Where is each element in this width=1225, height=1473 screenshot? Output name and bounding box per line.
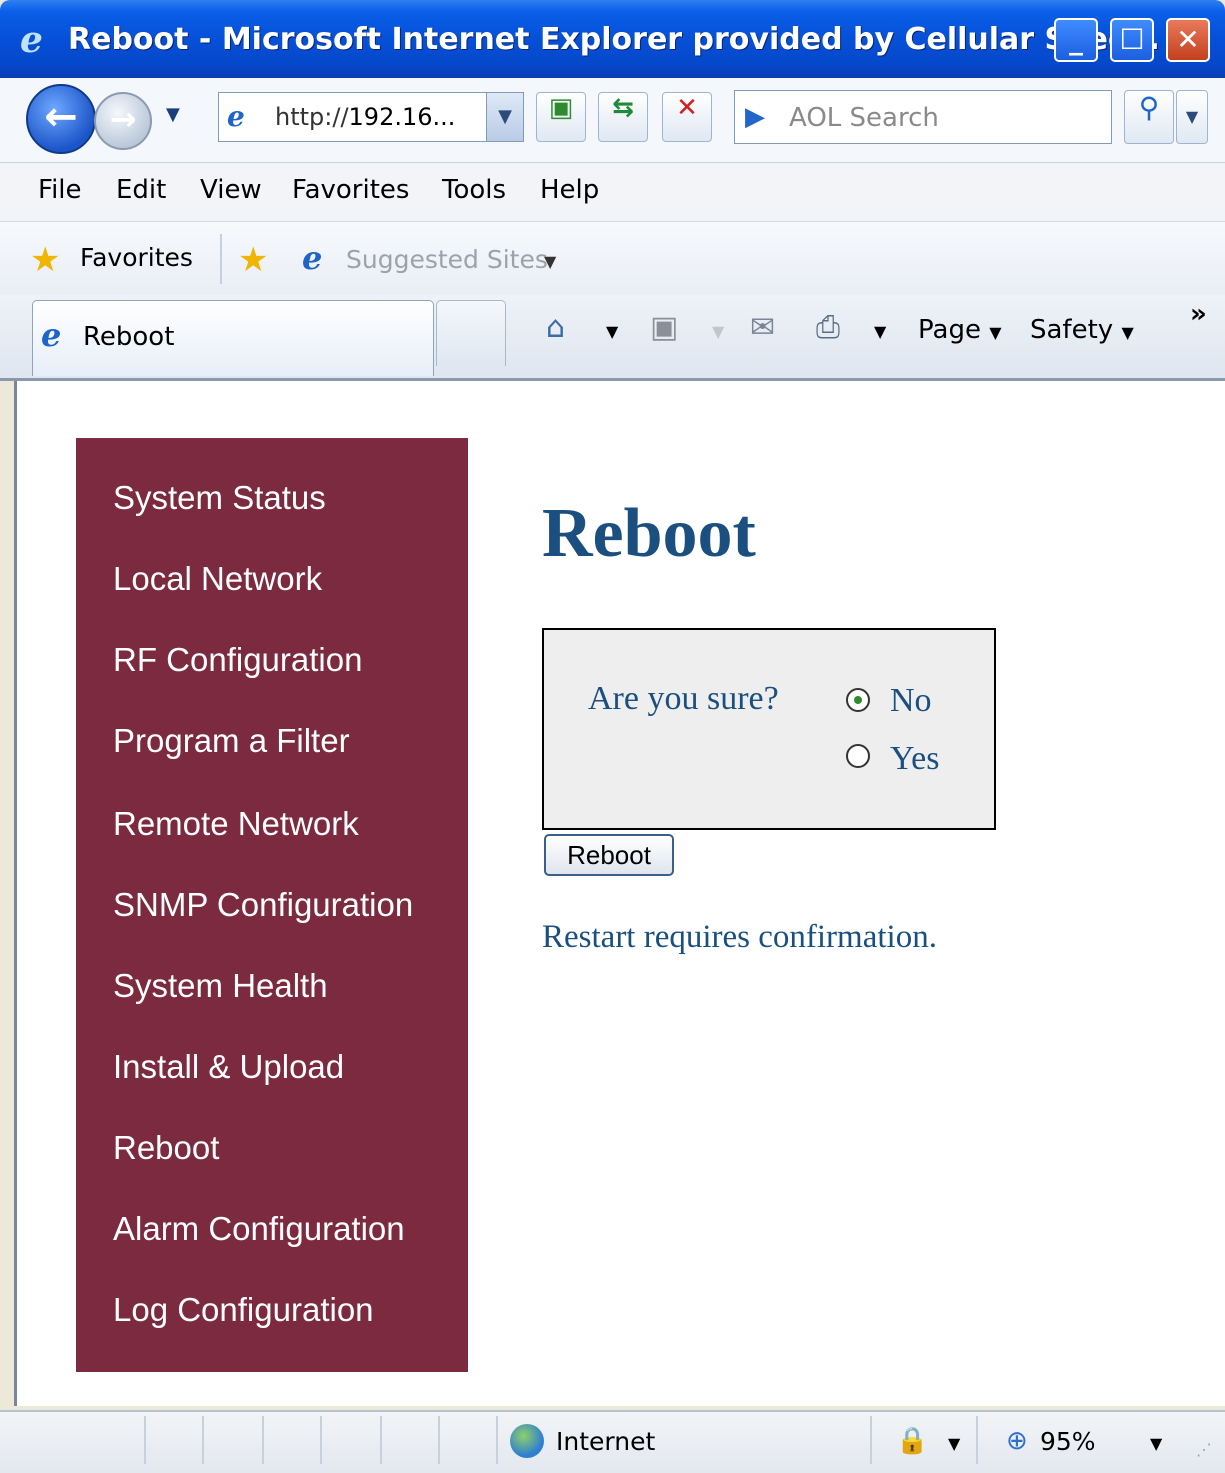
tab-label: Reboot	[83, 322, 175, 352]
refresh-icon: ⇆	[612, 93, 634, 123]
suggested-sites-dropdown[interactable]: ▼	[544, 244, 556, 280]
feeds-dropdown[interactable]: ▼	[712, 314, 724, 350]
chevron-down-icon: ▼	[1121, 323, 1134, 342]
print-icon[interactable]: ⎙	[816, 308, 840, 348]
safety-menu-label: Safety	[1030, 315, 1114, 345]
back-button[interactable]: ←	[26, 84, 96, 154]
security-zone: Internet	[556, 1427, 656, 1456]
refresh-button[interactable]: ⇆	[598, 92, 648, 142]
minimize-button[interactable]: _	[1054, 18, 1098, 62]
menu-tools[interactable]: Tools	[442, 172, 506, 208]
menu-view[interactable]: View	[200, 172, 262, 208]
sidebar-item-local-network[interactable]: Local Network	[113, 559, 322, 599]
radio-yes[interactable]	[846, 744, 870, 768]
compat-view-button[interactable]: ▣	[536, 92, 586, 142]
sidebar-item-program-a-filter[interactable]: Program a Filter	[113, 721, 350, 761]
suggested-sites-link[interactable]: Suggested Sites	[346, 242, 548, 278]
search-options-dropdown[interactable]: ▼	[1176, 90, 1208, 144]
status-divider	[496, 1416, 498, 1464]
address-host: 192.16...	[348, 103, 456, 131]
confirm-question: Are you sure?	[588, 680, 779, 717]
status-divider	[380, 1416, 382, 1464]
search-icon: ⚲	[1138, 91, 1160, 124]
add-favorite-icon[interactable]: ★	[238, 240, 268, 280]
zoom-dropdown[interactable]: ▼	[1150, 1426, 1162, 1462]
sidebar-item-snmp-configuration[interactable]: SNMP Configuration	[113, 885, 413, 925]
stop-icon: ✕	[676, 93, 698, 123]
sidebar-item-reboot[interactable]: Reboot	[113, 1128, 219, 1168]
status-divider	[144, 1416, 146, 1464]
sidebar-item-rf-configuration[interactable]: RF Configuration	[113, 640, 362, 680]
zoom-icon: ⊕	[1006, 1426, 1028, 1456]
maximize-button[interactable]: ☐	[1110, 18, 1154, 62]
home-dropdown[interactable]: ▼	[606, 314, 618, 350]
reboot-button[interactable]: Reboot	[544, 834, 674, 876]
address-bar[interactable]: e http://192.16... ▼	[218, 92, 524, 142]
ie-logo-icon: e	[41, 316, 62, 354]
page-icon: e	[227, 100, 245, 133]
history-dropdown[interactable]: ▼	[166, 104, 180, 125]
stop-button[interactable]: ✕	[662, 92, 712, 142]
sidebar-item-system-status[interactable]: System Status	[113, 478, 326, 518]
search-input[interactable]	[787, 97, 1101, 139]
sidebar-item-remote-network[interactable]: Remote Network	[113, 804, 359, 844]
sidebar-item-log-configuration[interactable]: Log Configuration	[113, 1290, 374, 1330]
status-divider	[202, 1416, 204, 1464]
tab-reboot[interactable]: e Reboot	[32, 300, 434, 376]
zoom-level[interactable]: 95%	[1040, 1424, 1096, 1460]
menu-bar	[0, 163, 1225, 222]
home-icon[interactable]: ⌂	[546, 308, 565, 348]
more-commands-button[interactable]: »	[1190, 296, 1207, 332]
menu-help[interactable]: Help	[540, 172, 599, 208]
ie-logo-icon: e	[302, 239, 323, 277]
feeds-icon[interactable]: ▣	[650, 308, 678, 348]
favorites-button[interactable]: Favorites	[80, 240, 193, 276]
status-divider	[262, 1416, 264, 1464]
sidebar-item-install-upload[interactable]: Install & Upload	[113, 1047, 344, 1087]
close-button[interactable]: ✕	[1166, 18, 1210, 62]
status-divider	[320, 1416, 322, 1464]
print-dropdown[interactable]: ▼	[874, 314, 886, 350]
new-tab-button[interactable]	[436, 300, 506, 366]
search-button[interactable]: ⚲	[1124, 90, 1174, 144]
forward-icon: →	[109, 100, 137, 138]
status-divider	[976, 1416, 978, 1464]
resize-grip[interactable]: ⋰	[1196, 1440, 1220, 1464]
search-box[interactable]: ▶	[734, 90, 1112, 144]
address-input[interactable]: http://192.16...	[275, 103, 455, 131]
confirm-form	[542, 628, 996, 830]
forward-button[interactable]: →	[94, 92, 152, 150]
browser-window: e Reboot - Microsoft Internet Explorer p…	[0, 0, 1225, 1473]
page-title: Reboot	[542, 495, 756, 572]
chevron-down-icon: ▼	[989, 323, 1002, 342]
sidebar-item-system-health[interactable]: System Health	[113, 966, 328, 1006]
aol-search-icon: ▶	[745, 102, 765, 132]
globe-icon	[510, 1424, 544, 1458]
sidebar-item-alarm-configuration[interactable]: Alarm Configuration	[113, 1209, 405, 1249]
safety-menu[interactable]: Safety ▼	[1030, 312, 1134, 351]
protected-mode-dropdown[interactable]: ▼	[948, 1426, 960, 1462]
menu-file[interactable]: File	[38, 172, 82, 208]
status-divider	[870, 1416, 872, 1464]
status-divider	[438, 1416, 440, 1464]
radio-no-label[interactable]: No	[890, 680, 932, 722]
menu-edit[interactable]: Edit	[116, 172, 166, 208]
confirmation-note: Restart requires confirmation.	[542, 919, 937, 955]
radio-yes-label[interactable]: Yes	[890, 738, 939, 780]
mail-icon[interactable]: ✉	[750, 308, 775, 348]
back-icon: ←	[44, 94, 78, 140]
menu-favorites[interactable]: Favorites	[292, 172, 409, 208]
window-title: Reboot - Microsoft Internet Explorer pro…	[68, 22, 1160, 57]
address-prefix: http://	[275, 103, 349, 131]
ie-logo-icon: e	[20, 19, 43, 61]
star-icon: ★	[30, 240, 61, 280]
favorites-separator	[220, 234, 222, 284]
page-menu-label: Page	[918, 315, 981, 345]
compat-view-icon: ▣	[548, 93, 574, 123]
protected-mode-icon[interactable]: 🔒	[896, 1422, 928, 1460]
page-menu[interactable]: Page ▼	[918, 312, 1002, 351]
radio-no[interactable]	[846, 688, 870, 712]
address-dropdown[interactable]: ▼	[486, 93, 523, 141]
title-bar: e Reboot - Microsoft Internet Explorer p…	[0, 0, 1225, 78]
